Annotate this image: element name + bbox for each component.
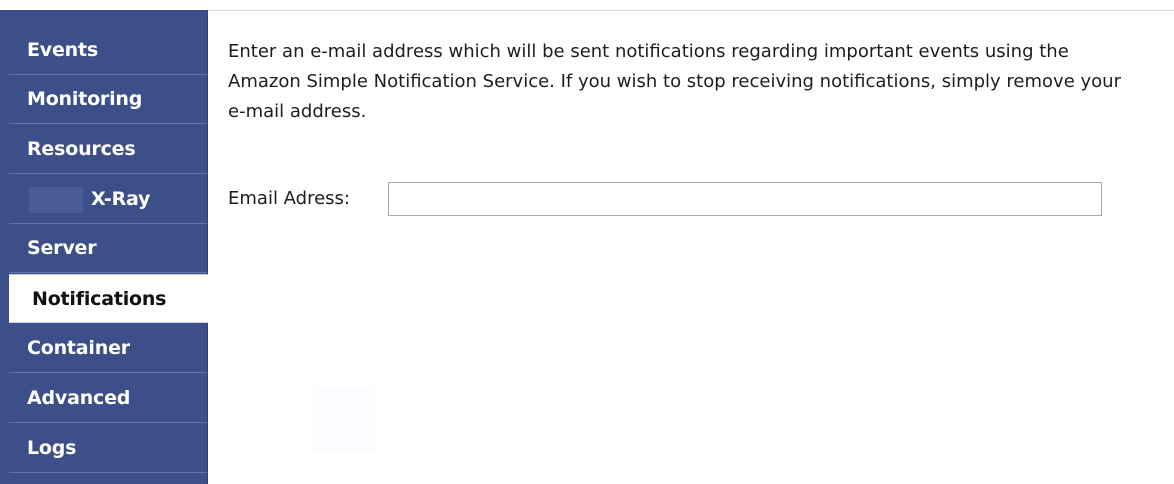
sidebar-item-label: Logs <box>27 437 77 459</box>
sidebar-item-server[interactable]: Server <box>9 224 207 273</box>
sidebar-item-label: Events <box>27 39 98 61</box>
sidebar-item-logs[interactable]: Logs <box>9 424 207 473</box>
sidebar: Events Monitoring Resources X-Ray Server… <box>0 10 208 484</box>
sidebar-item-monitoring[interactable]: Monitoring <box>9 75 207 124</box>
email-label: Email Adress: <box>228 188 350 209</box>
sidebar-item-advanced[interactable]: Advanced <box>9 374 207 423</box>
notification-settings-window: Events Monitoring Resources X-Ray Server… <box>0 0 1174 484</box>
sidebar-item-resources[interactable]: Resources <box>9 125 207 174</box>
email-row: Email Adress: <box>228 182 1102 216</box>
sidebar-item-label: Server <box>27 237 97 259</box>
sidebar-item-container[interactable]: Container <box>9 324 207 373</box>
sidebar-item-notifications[interactable]: Notifications <box>9 274 208 323</box>
sidebar-item-label: X-Ray <box>91 188 151 210</box>
sidebar-item-label: Resources <box>27 138 136 160</box>
sidebar-item-label: Container <box>27 337 130 359</box>
sidebar-item-label: Advanced <box>27 387 131 409</box>
sidebar-item-label: Monitoring <box>27 88 143 110</box>
email-field[interactable] <box>388 182 1102 216</box>
sidebar-item-label: Notifications <box>32 288 167 310</box>
blank-panel-area <box>313 386 375 452</box>
notifications-panel: Enter an e-mail address which will be se… <box>208 10 1174 484</box>
notification-description: Enter an e-mail address which will be se… <box>228 41 1121 122</box>
sidebar-item-events[interactable]: Events <box>9 26 207 75</box>
sidebar-item-x-ray[interactable]: X-Ray <box>9 175 207 224</box>
blurred-prefix <box>29 186 83 213</box>
